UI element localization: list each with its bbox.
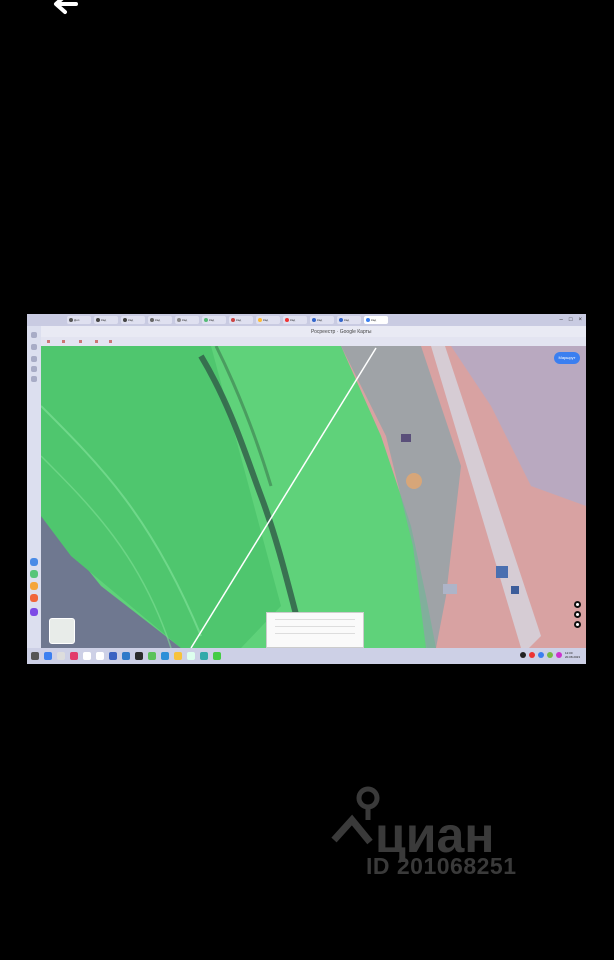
browser-tab[interactable]: Кад <box>121 316 145 324</box>
tray-icon[interactable] <box>555 652 562 658</box>
browser-tab[interactable]: Кад <box>148 316 172 324</box>
app-icon[interactable] <box>213 652 221 660</box>
page-title: Росреестр · Google Карты <box>311 328 372 335</box>
app-icon[interactable] <box>30 558 38 566</box>
extensions-icon[interactable] <box>31 376 37 382</box>
app-icon[interactable] <box>30 594 38 602</box>
tab-label: Кад <box>236 318 242 322</box>
browser-tab-strip: Доп Кад Кад Кад Кад Кад Кад Кад Кад Кад … <box>27 314 586 326</box>
profile-icon[interactable] <box>31 332 37 338</box>
tab-label: Кад <box>155 318 161 322</box>
tray-icon[interactable] <box>528 652 535 658</box>
route-button[interactable]: Маршрут <box>554 352 580 364</box>
arrow-left-icon <box>54 0 78 14</box>
app-icon[interactable] <box>96 652 104 660</box>
browser-sidebar <box>27 326 41 648</box>
cian-watermark: циан ID 201068251 <box>330 780 570 890</box>
zoom-in-button[interactable] <box>573 601 581 608</box>
app-icon[interactable] <box>135 652 143 660</box>
listing-photo[interactable]: Доп Кад Кад Кад Кад Кад Кад Кад Кад Кад … <box>27 314 586 664</box>
tray-icon[interactable] <box>546 652 553 658</box>
browser-tab[interactable]: Кад <box>283 316 307 324</box>
address-bar[interactable]: Росреестр · Google Карты <box>41 326 586 337</box>
app-icon[interactable] <box>30 608 38 616</box>
layers-toggle[interactable] <box>49 618 75 644</box>
back-button[interactable] <box>50 0 84 24</box>
bookmark-item[interactable] <box>95 340 103 344</box>
search-icon[interactable] <box>44 652 52 660</box>
app-icon[interactable] <box>70 652 78 660</box>
browser-tab[interactable]: Кад <box>256 316 280 324</box>
browser-tab[interactable]: Кад <box>94 316 118 324</box>
bookmark-item[interactable] <box>109 340 119 344</box>
browser-tab[interactable]: Кад <box>202 316 226 324</box>
start-icon[interactable] <box>31 652 39 660</box>
history-icon[interactable] <box>31 344 37 350</box>
chrome-icon[interactable] <box>83 652 91 660</box>
satellite-imagery <box>41 346 586 648</box>
tab-label: Кад <box>101 318 107 322</box>
app-icon[interactable] <box>187 652 195 660</box>
tab-label: Кад <box>344 318 350 322</box>
folder-icon[interactable] <box>174 652 182 660</box>
app-icon[interactable] <box>122 652 130 660</box>
browser-tab[interactable]: Кад <box>229 316 253 324</box>
browser-tab[interactable]: Кад <box>337 316 361 324</box>
tab-label: Кад <box>371 318 377 322</box>
bookmarks-icon[interactable] <box>31 356 37 362</box>
zoom-out-button[interactable] <box>573 611 581 618</box>
tray-icon[interactable] <box>519 652 526 658</box>
minimize-button[interactable]: – <box>560 316 563 324</box>
window-controls: – □ × <box>560 316 582 324</box>
file-icon[interactable] <box>57 652 65 660</box>
downloads-icon[interactable] <box>31 366 37 372</box>
bookmark-item[interactable] <box>79 340 89 344</box>
maximize-button[interactable]: □ <box>569 316 573 324</box>
url-text <box>101 329 102 334</box>
os-taskbar: 12:00 20.08.2023 <box>27 648 586 664</box>
tab-label: Доп <box>74 318 80 322</box>
tab-label: Кад <box>128 318 134 322</box>
app-icon[interactable] <box>30 570 38 578</box>
pegman-icon[interactable] <box>573 621 581 628</box>
app-icon[interactable] <box>30 582 38 590</box>
tab-label: Кад <box>317 318 323 322</box>
clock[interactable]: 12:00 20.08.2023 <box>565 651 580 659</box>
map-controls <box>572 601 582 628</box>
app-icon[interactable] <box>109 652 117 660</box>
bookmark-item[interactable] <box>47 340 56 344</box>
tab-label: Кад <box>209 318 215 322</box>
browser-tab[interactable]: Доп <box>67 316 91 324</box>
info-panel <box>266 612 364 648</box>
bookmarks-bar <box>41 337 586 346</box>
browser-tab-active[interactable]: Кад <box>364 316 388 324</box>
satellite-map[interactable]: Маршрут <box>41 346 586 648</box>
tray-icon[interactable] <box>537 652 544 658</box>
listing-id: ID 201068251 <box>366 853 517 879</box>
tab-label: Кад <box>263 318 269 322</box>
browser-tab[interactable]: Кад <box>175 316 199 324</box>
browser-tab[interactable]: Кад <box>310 316 334 324</box>
telegram-icon[interactable] <box>161 652 169 660</box>
system-tray: 12:00 20.08.2023 <box>519 651 580 659</box>
close-button[interactable]: × <box>578 316 582 324</box>
tab-label: Кад <box>182 318 188 322</box>
whatsapp-icon[interactable] <box>148 652 156 660</box>
tab-label: Кад <box>290 318 296 322</box>
clock-date: 20.08.2023 <box>564 655 580 659</box>
app-icon[interactable] <box>200 652 208 660</box>
bookmark-item[interactable] <box>62 340 73 344</box>
